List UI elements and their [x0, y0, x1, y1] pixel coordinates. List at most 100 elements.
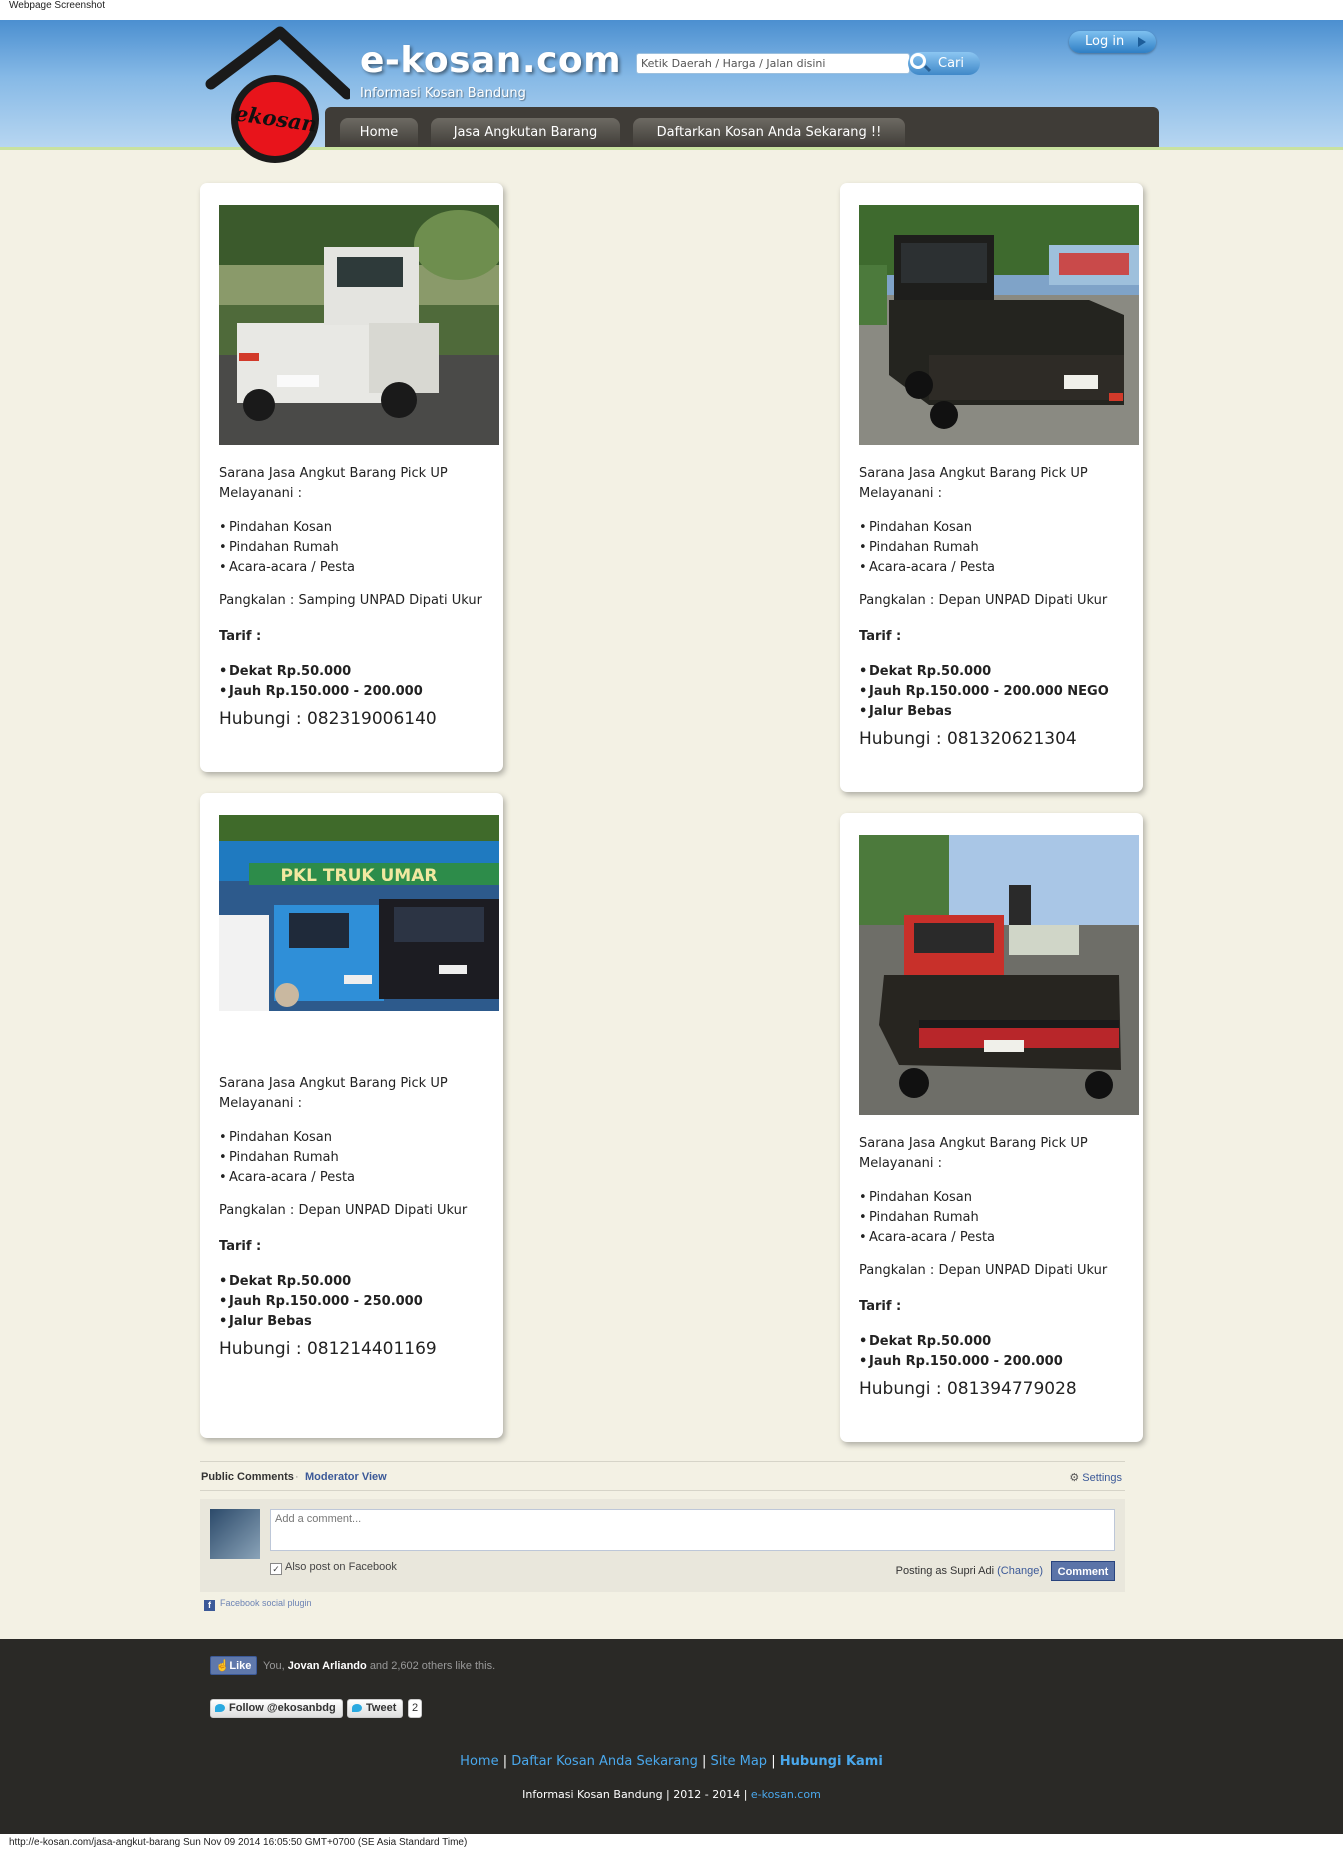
site-tagline: Informasi Kosan Bandung	[360, 86, 526, 101]
service-item: Pindahan Kosan	[859, 1188, 1149, 1208]
service-item: Pindahan Rumah	[859, 1208, 1149, 1228]
red-black-suzuki-pickup-photo[interactable]	[859, 835, 1139, 1115]
follow-label: Follow @ekosanbdg	[229, 1702, 336, 1714]
nav-tab-jasa-angkutan-barang[interactable]: Jasa Angkutan Barang	[431, 118, 620, 147]
tweet-label: Tweet	[366, 1702, 397, 1714]
card-body: Sarana Jasa Angkut Barang Pick UP Melaya…	[859, 1134, 1149, 1400]
footer-link-hubungi-kami[interactable]: Hubungi Kami	[780, 1754, 883, 1769]
checkbox-checked-icon: ✓	[270, 1563, 282, 1575]
search-button-label: Cari	[938, 56, 964, 71]
comment-placeholder: Add a comment...	[275, 1513, 362, 1525]
facebook-like-button[interactable]: ☝Like	[210, 1656, 257, 1675]
tarif-item: Dekat Rp.50.000	[219, 662, 509, 682]
service-item: Acara-acara / Pesta	[219, 558, 509, 578]
service-description: Sarana Jasa Angkut Barang Pick UP Melaya…	[859, 1136, 1088, 1171]
status-bar: http://e-kosan.com/jasa-angkut-barang Su…	[0, 1834, 1343, 1851]
twitter-follow-button[interactable]: Follow @ekosanbdg	[210, 1699, 343, 1718]
footer-separator: |	[701, 1754, 707, 1769]
tarif-label: Tarif :	[219, 1239, 262, 1254]
tarif-item: Dekat Rp.50.000	[859, 662, 1149, 682]
like-suffix: and 2,602 others like this.	[369, 1660, 496, 1672]
service-card: Sarana Jasa Angkut Barang Pick UP Melaya…	[840, 183, 1143, 792]
service-item: Pindahan Rumah	[859, 538, 1149, 558]
blue-and-black-pickups-photo[interactable]: PKL TRUK UMAR	[219, 815, 499, 1011]
tarif-item: Jauh Rp.150.000 - 200.000	[859, 1352, 1149, 1372]
footer-separator: |	[771, 1754, 776, 1769]
service-item: Acara-acara / Pesta	[219, 1168, 509, 1188]
capture-title-bar: Webpage Screenshot	[0, 0, 1343, 20]
services-list: Pindahan Kosan Pindahan Rumah Acara-acar…	[859, 518, 1149, 578]
also-post-checkbox[interactable]: ✓ Also post on Facebook	[270, 1561, 397, 1575]
facebook-icon: f	[204, 1600, 215, 1611]
service-card: Sarana Jasa Angkut Barang Pick UP Melaya…	[840, 813, 1143, 1442]
search-button[interactable]: Cari	[908, 52, 980, 75]
contact-phone: Hubungi : 081394779028	[859, 1379, 1077, 1399]
tarif-item: Jauh Rp.150.000 - 200.000	[219, 682, 509, 702]
contact-phone: Hubungi : 082319006140	[219, 709, 437, 729]
comments-tab-row: Public Comments · Moderator View ⚙ Settin…	[200, 1461, 1125, 1491]
nav-tab-home[interactable]: Home	[340, 118, 418, 147]
pangkalan-text: Pangkalan : Depan UNPAD Dipati Ukur	[219, 1203, 468, 1218]
service-item: Pindahan Rumah	[219, 1148, 509, 1168]
like-friend-name[interactable]: Jovan Arliando	[288, 1660, 367, 1672]
pangkalan-text: Pangkalan : Samping UNPAD Dipati Ukur	[219, 593, 483, 608]
service-item: Acara-acara / Pesta	[859, 558, 1149, 578]
tweet-button[interactable]: Tweet	[347, 1699, 403, 1718]
pangkalan-text: Pangkalan : Depan UNPAD Dipati Ukur	[859, 1263, 1108, 1278]
search-input[interactable]	[636, 53, 910, 74]
copyright-text: Informasi Kosan Bandung | 2012 - 2014 |	[522, 1788, 748, 1801]
like-summary: You, Jovan Arliando and 2,602 others lik…	[263, 1660, 495, 1672]
footer-link-site-map[interactable]: Site Map	[711, 1754, 768, 1769]
tarif-label: Tarif :	[219, 629, 262, 644]
services-list: Pindahan Kosan Pindahan Rumah Acara-acar…	[859, 1188, 1149, 1248]
facebook-comments: Public Comments · Moderator View ⚙ Settin…	[200, 1461, 1125, 1611]
tab-moderator-view[interactable]: Moderator View	[305, 1471, 387, 1483]
site-logo[interactable]: ekosan	[205, 26, 353, 171]
service-description: Sarana Jasa Angkut Barang Pick UP Melaya…	[859, 466, 1088, 501]
nav-tab-label: Home	[359, 125, 399, 140]
copyright-link[interactable]: e-kosan.com	[751, 1788, 821, 1801]
banner-text: PKL TRUK UMAR	[281, 866, 438, 886]
nav-tab-label: Daftarkan Kosan Anda Sekarang !!	[656, 125, 882, 140]
avatar	[210, 1509, 260, 1559]
contact-phone: Hubungi : 081320621304	[859, 729, 1077, 749]
login-button[interactable]: Log in	[1069, 31, 1156, 53]
change-account-link[interactable]: (Change)	[997, 1565, 1043, 1577]
copyright: Informasi Kosan Bandung | 2012 - 2014 | …	[0, 1788, 1343, 1801]
facebook-social-plugin[interactable]: f Facebook social plugin	[204, 1598, 312, 1611]
service-item: Acara-acara / Pesta	[859, 1228, 1149, 1248]
comment-button[interactable]: Comment	[1051, 1561, 1115, 1581]
comment-composer: Add a comment... ✓ Also post on Facebook …	[200, 1499, 1125, 1592]
settings-label: Settings	[1082, 1472, 1122, 1484]
service-item: Pindahan Kosan	[219, 518, 509, 538]
tarif-item: Jauh Rp.150.000 - 250.000	[219, 1292, 509, 1312]
thumbs-up-icon: ☝	[215, 1660, 230, 1672]
footer-link-home[interactable]: Home	[460, 1754, 498, 1769]
like-prefix: You,	[263, 1660, 285, 1672]
tab-public-comments[interactable]: Public Comments	[201, 1471, 294, 1483]
comments-settings[interactable]: ⚙ Settings	[1069, 1471, 1122, 1484]
card-body: Sarana Jasa Angkut Barang Pick UP Melaya…	[219, 1074, 509, 1360]
service-card: Sarana Jasa Angkut Barang Pick UP Melaya…	[200, 183, 503, 772]
services-list: Pindahan Kosan Pindahan Rumah Acara-acar…	[219, 1128, 509, 1188]
capture-label: Webpage Screenshot	[9, 0, 105, 11]
also-post-label: Also post on Facebook	[285, 1561, 397, 1573]
white-pickup-truck-photo[interactable]	[219, 205, 499, 445]
tweet-count: 2	[408, 1699, 423, 1718]
site-title[interactable]: e-kosan.com	[360, 40, 621, 81]
status-url: http://e-kosan.com/jasa-angkut-barang Su…	[9, 1837, 468, 1848]
plugin-label: Facebook social plugin	[220, 1598, 312, 1608]
tab-separator: ·	[295, 1471, 299, 1483]
black-pickup-truck-photo[interactable]	[859, 205, 1139, 445]
nav-tab-daftarkan-kosan[interactable]: Daftarkan Kosan Anda Sekarang !!	[633, 118, 905, 147]
tarif-item: Dekat Rp.50.000	[219, 1272, 509, 1292]
footer	[0, 1639, 1343, 1834]
comment-input[interactable]: Add a comment...	[270, 1509, 1115, 1551]
footer-link-daftar-kosan[interactable]: Daftar Kosan Anda Sekarang	[511, 1754, 698, 1769]
search-icon	[910, 53, 926, 69]
tarif-list: Dekat Rp.50.000 Jauh Rp.150.000 - 250.00…	[219, 1272, 509, 1332]
card-body: Sarana Jasa Angkut Barang Pick UP Melaya…	[219, 464, 509, 730]
footer-separator: |	[502, 1754, 508, 1769]
service-description: Sarana Jasa Angkut Barang Pick UP Melaya…	[219, 1076, 448, 1111]
twitter-bird-icon	[215, 1704, 225, 1712]
